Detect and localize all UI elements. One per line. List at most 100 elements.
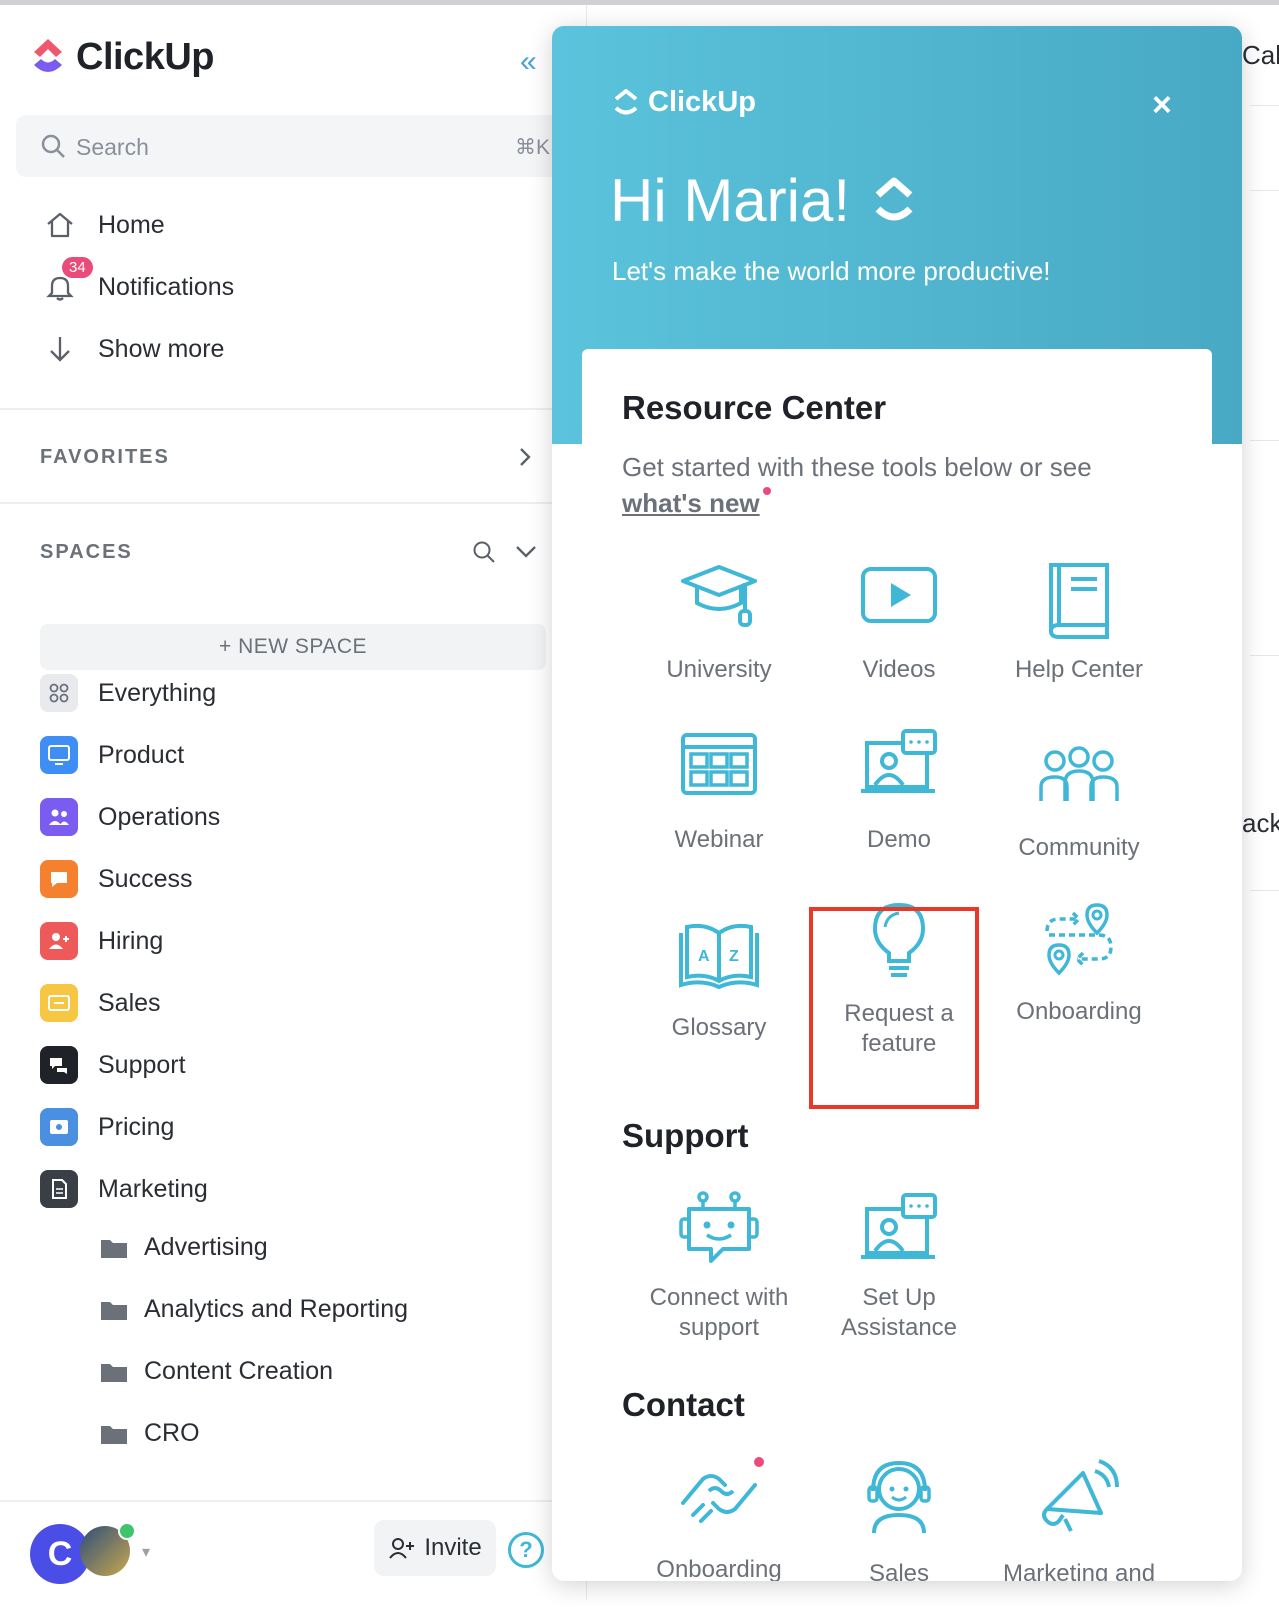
clickup-mark-icon (875, 177, 913, 220)
whats-new-link[interactable]: what's new (622, 488, 760, 518)
folder-label: Content Creation (144, 1357, 334, 1385)
folder-icon (101, 1239, 127, 1258)
tile-label: Onboarding (1016, 998, 1142, 1025)
nav-notifications[interactable]: 34 Notifications (40, 257, 235, 307)
space-operations[interactable]: Operations (40, 798, 220, 836)
new-indicator-dot (762, 487, 771, 495)
folder-item[interactable]: Analytics and Reporting (100, 1295, 408, 1324)
tile-setup-assistance[interactable]: Set Up Assistance (807, 1189, 991, 1343)
online-status-dot (118, 1522, 136, 1540)
tile-label: Help Center (1014, 656, 1144, 683)
folder-icon (101, 1425, 127, 1444)
tile-label: Videos (862, 656, 936, 683)
tile-contact-sales[interactable]: Sales (807, 1457, 991, 1581)
background-divider (1250, 105, 1279, 106)
tile-label: Community (1018, 834, 1140, 861)
nav-show-more[interactable]: Show more (40, 329, 224, 369)
favorites-title[interactable]: FAVORITES (40, 446, 170, 469)
search-shortcut: ⌘K (514, 136, 550, 159)
tile-videos[interactable]: Videos (807, 559, 991, 685)
handshake-icon (681, 1474, 757, 1523)
video-play-icon (861, 567, 937, 623)
tile-help-center[interactable]: Help Center (987, 559, 1171, 685)
onboarding-route-icon (1045, 903, 1113, 976)
panel-logo-text: ClickUp (648, 86, 756, 118)
tile-university[interactable]: University (627, 559, 811, 685)
sidebar-footer: C ▾ Invite ? (0, 1500, 586, 1607)
spaces-search-icon[interactable] (472, 540, 496, 564)
space-everything[interactable]: Everything (40, 674, 216, 712)
greeting: Hi Maria! (610, 166, 916, 235)
space-sales[interactable]: Sales (40, 984, 161, 1022)
chat-bubble-icon (40, 860, 78, 898)
space-marketing[interactable]: Marketing (40, 1170, 208, 1208)
desc-text: Get started with these tools below or se… (622, 452, 1092, 482)
resource-center-desc: Get started with these tools below or se… (622, 449, 1162, 521)
nav-home[interactable]: Home (40, 205, 165, 245)
add-user-icon (389, 1538, 415, 1559)
sidebar-divider (0, 502, 586, 504)
folder-item[interactable]: Content Creation (100, 1357, 333, 1386)
svg-text:A: A (698, 948, 710, 965)
tile-onboarding[interactable]: Onboarding (987, 901, 1171, 1027)
collapse-sidebar-icon[interactable]: « (520, 45, 537, 79)
space-hiring[interactable]: Hiring (40, 922, 163, 960)
support-title: Support (622, 1117, 749, 1154)
price-tag-icon (40, 1108, 78, 1146)
search-icon (41, 134, 65, 158)
nav-home-label: Home (98, 210, 165, 239)
tile-label: Webinar (674, 826, 764, 853)
community-people-icon (1039, 746, 1119, 801)
invite-button[interactable]: Invite (374, 1520, 496, 1576)
dollar-card-icon (40, 984, 78, 1022)
search-placeholder: Search (76, 134, 149, 160)
monitor-icon (40, 736, 78, 774)
home-icon (40, 205, 80, 245)
book-icon (1049, 563, 1109, 639)
sidebar: ClickUp « Search ⌘K Home 34 Notification… (0, 5, 587, 1600)
space-support[interactable]: Support (40, 1046, 186, 1084)
background-divider (1250, 890, 1279, 891)
tile-label: Marketing and (1002, 1560, 1156, 1581)
tile-contact-marketing[interactable]: Marketing and (987, 1457, 1171, 1581)
folder-label: Analytics and Reporting (144, 1295, 409, 1323)
background-divider (1250, 655, 1279, 656)
tile-demo[interactable]: Demo (807, 729, 991, 855)
search-input[interactable]: Search ⌘K (16, 115, 568, 177)
tile-label: University (666, 656, 772, 683)
tile-label: Demo (866, 826, 932, 853)
space-product[interactable]: Product (40, 736, 184, 774)
tile-contact-onboarding[interactable]: Onboarding (627, 1457, 811, 1581)
tile-label: Sales (868, 1560, 930, 1581)
logo-text: ClickUp (76, 35, 214, 78)
caret-down-icon[interactable]: ▾ (142, 1542, 150, 1562)
chevron-right-icon[interactable] (518, 446, 532, 468)
panel-logo: ClickUp (612, 86, 756, 119)
space-pricing[interactable]: Pricing (40, 1108, 174, 1146)
notifications-badge: 34 (62, 257, 93, 278)
tile-connect-support[interactable]: Connect with support (627, 1189, 811, 1343)
contact-title: Contact (622, 1386, 745, 1423)
folder-label: CRO (144, 1419, 200, 1447)
document-icon (40, 1170, 78, 1208)
webinar-grid-icon (681, 733, 757, 795)
chat-icon (40, 1046, 78, 1084)
new-space-button[interactable]: + NEW SPACE (40, 624, 546, 670)
tile-glossary[interactable]: AZ Glossary (627, 919, 811, 1043)
tile-community[interactable]: Community (987, 739, 1171, 863)
folder-item[interactable]: Advertising (100, 1233, 268, 1262)
clickup-logo[interactable]: ClickUp (28, 35, 214, 79)
team-icon (40, 798, 78, 836)
nav-show-more-label: Show more (98, 334, 225, 363)
chevron-down-icon[interactable] (514, 544, 538, 560)
folder-item[interactable]: CRO (100, 1419, 200, 1448)
demo-laptop-icon (861, 729, 937, 793)
help-button[interactable]: ? (508, 1532, 544, 1568)
nav-notifications-label: Notifications (98, 272, 235, 301)
tile-webinar[interactable]: Webinar (627, 729, 811, 855)
setup-laptop-icon (861, 1193, 937, 1259)
close-icon[interactable]: × (1152, 86, 1172, 125)
clickup-logo-icon (34, 39, 62, 72)
resource-center-panel: ClickUp × Hi Maria! Let's make the world… (552, 26, 1242, 1581)
space-success[interactable]: Success (40, 860, 192, 898)
